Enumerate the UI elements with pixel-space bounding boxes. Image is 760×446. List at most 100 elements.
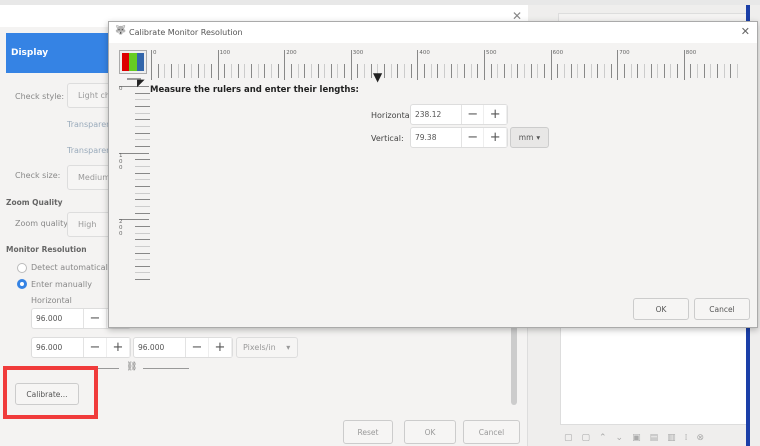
- chain-line-left: [95, 368, 119, 369]
- ruler-tick: [135, 145, 150, 147]
- ok-button[interactable]: OK: [404, 420, 456, 444]
- ruler-tick: [184, 64, 186, 78]
- horizontal-resolution-spin[interactable]: 96.000− +: [31, 337, 131, 358]
- vertical-ruler: 0 100 200: [117, 80, 151, 281]
- plus-icon[interactable]: +: [484, 128, 507, 147]
- gimp-icon: 🐺: [115, 26, 127, 36]
- dropdown-arrow-icon: ▾: [536, 133, 541, 142]
- ruler-label: 600: [552, 50, 564, 56]
- minus-icon[interactable]: −: [462, 128, 485, 147]
- enter-manually-radio[interactable]: [17, 279, 27, 289]
- dialog-cancel-button[interactable]: Cancel: [694, 298, 750, 320]
- ruler-tick: [364, 64, 366, 78]
- ruler-tick: [135, 125, 150, 127]
- ruler-tick: [563, 64, 565, 78]
- value[interactable]: 96.000: [134, 338, 186, 357]
- plus-icon[interactable]: +: [209, 338, 232, 357]
- value[interactable]: 96.000: [32, 309, 84, 328]
- ruler-tick: [497, 64, 499, 78]
- ruler-tick: [657, 64, 659, 78]
- vertical-label: Vertical:: [371, 134, 404, 143]
- ruler-label: 500: [486, 50, 497, 56]
- ruler-tick: [270, 64, 272, 78]
- ruler-tick: [284, 50, 286, 80]
- ruler-marker-icon[interactable]: ▼: [373, 70, 382, 84]
- ruler-tick: [244, 64, 246, 78]
- reset-button[interactable]: Reset: [343, 420, 393, 444]
- ruler-tick: [417, 50, 419, 80]
- ruler-tick: [424, 64, 426, 78]
- minus-icon[interactable]: −: [186, 338, 209, 357]
- detect-auto-label: Detect automatically (: [31, 263, 121, 272]
- ruler-tick: [210, 64, 212, 78]
- horizontal-label: Horizontal: [31, 296, 72, 305]
- ruler-label: 200: [119, 219, 123, 238]
- ruler-tick: [217, 50, 219, 80]
- ruler-tick: [264, 64, 266, 78]
- toolbar-icons[interactable]: ▢▢⌃⌄▣▤▥⁞⊗: [564, 433, 713, 443]
- ruler-label: 100: [219, 50, 231, 56]
- ruler-tick: [464, 64, 466, 78]
- ruler-tick: [630, 64, 632, 78]
- cancel-button[interactable]: Cancel: [463, 420, 520, 444]
- ruler-tick: [135, 132, 150, 134]
- ruler-tick: [135, 252, 150, 254]
- plus-icon[interactable]: +: [484, 105, 507, 124]
- vertical-resolution-spin[interactable]: 96.000− +: [133, 337, 233, 358]
- chain-link-icon[interactable]: ⛓: [126, 362, 137, 372]
- plus-icon[interactable]: +: [107, 338, 130, 357]
- ruler-tick: [135, 259, 150, 261]
- vertical-length-spin[interactable]: 79.38− +: [410, 127, 508, 148]
- value[interactable]: 79.38: [411, 128, 462, 147]
- ruler-tick: [135, 179, 150, 181]
- horizontal-length-spin[interactable]: 238.12− +: [410, 104, 508, 125]
- ruler-tick: [457, 64, 459, 78]
- ruler-tick: [410, 64, 412, 78]
- sidebar-item-display[interactable]: Display: [6, 33, 110, 73]
- ruler-tick: [703, 64, 705, 78]
- ruler-tick: [384, 64, 386, 78]
- detect-auto-radio[interactable]: [17, 263, 27, 273]
- ruler-tick: [737, 64, 739, 78]
- ruler-tick: [135, 139, 150, 141]
- ruler-tick: [677, 64, 679, 78]
- value[interactable]: 238.12: [411, 105, 462, 124]
- horizontal-label: Horizontal:: [371, 111, 415, 120]
- monitor-icon: [119, 50, 147, 74]
- enter-manually-label: Enter manually: [31, 280, 92, 289]
- ruler-label: 700: [619, 50, 630, 56]
- ruler-tick: [450, 64, 452, 78]
- dialog-ok-button[interactable]: OK: [633, 298, 689, 320]
- ruler-tick: [517, 64, 519, 78]
- ruler-tick: [197, 64, 199, 78]
- ruler-tick: [610, 64, 612, 78]
- ruler-tick: [324, 64, 326, 78]
- ruler-tick: [317, 64, 319, 78]
- close-icon[interactable]: ✕: [741, 25, 750, 38]
- value[interactable]: 96.000: [32, 338, 84, 357]
- ruler-tick: [444, 64, 446, 78]
- ruler-tick: [637, 64, 639, 78]
- unit-select[interactable]: Pixels/in ▾: [236, 337, 298, 358]
- minus-icon[interactable]: −: [84, 309, 107, 328]
- ruler-tick: [135, 105, 150, 107]
- ruler-tick: [697, 64, 699, 78]
- ruler-tick: [135, 185, 150, 187]
- check-style-label: Check style:: [15, 92, 65, 101]
- ruler-tick: [304, 64, 306, 78]
- ruler-tick: [484, 50, 485, 80]
- scrollbar[interactable]: [511, 325, 517, 405]
- ruler-tick: [135, 245, 150, 247]
- instruction-text: Measure the rulers and enter their lengt…: [150, 85, 359, 95]
- list-area[interactable]: [560, 325, 750, 425]
- unit-select[interactable]: mm ▾: [510, 127, 549, 148]
- ruler-tick: [543, 64, 545, 78]
- ruler-tick: [135, 232, 150, 234]
- minus-icon[interactable]: −: [84, 338, 107, 357]
- minus-icon[interactable]: −: [462, 105, 485, 124]
- unit-value: Pixels/in: [243, 343, 276, 352]
- ruler-tick: [590, 64, 592, 78]
- ruler-tick: [135, 92, 150, 94]
- ruler-tick: [583, 64, 585, 78]
- ruler-tick: [135, 199, 150, 201]
